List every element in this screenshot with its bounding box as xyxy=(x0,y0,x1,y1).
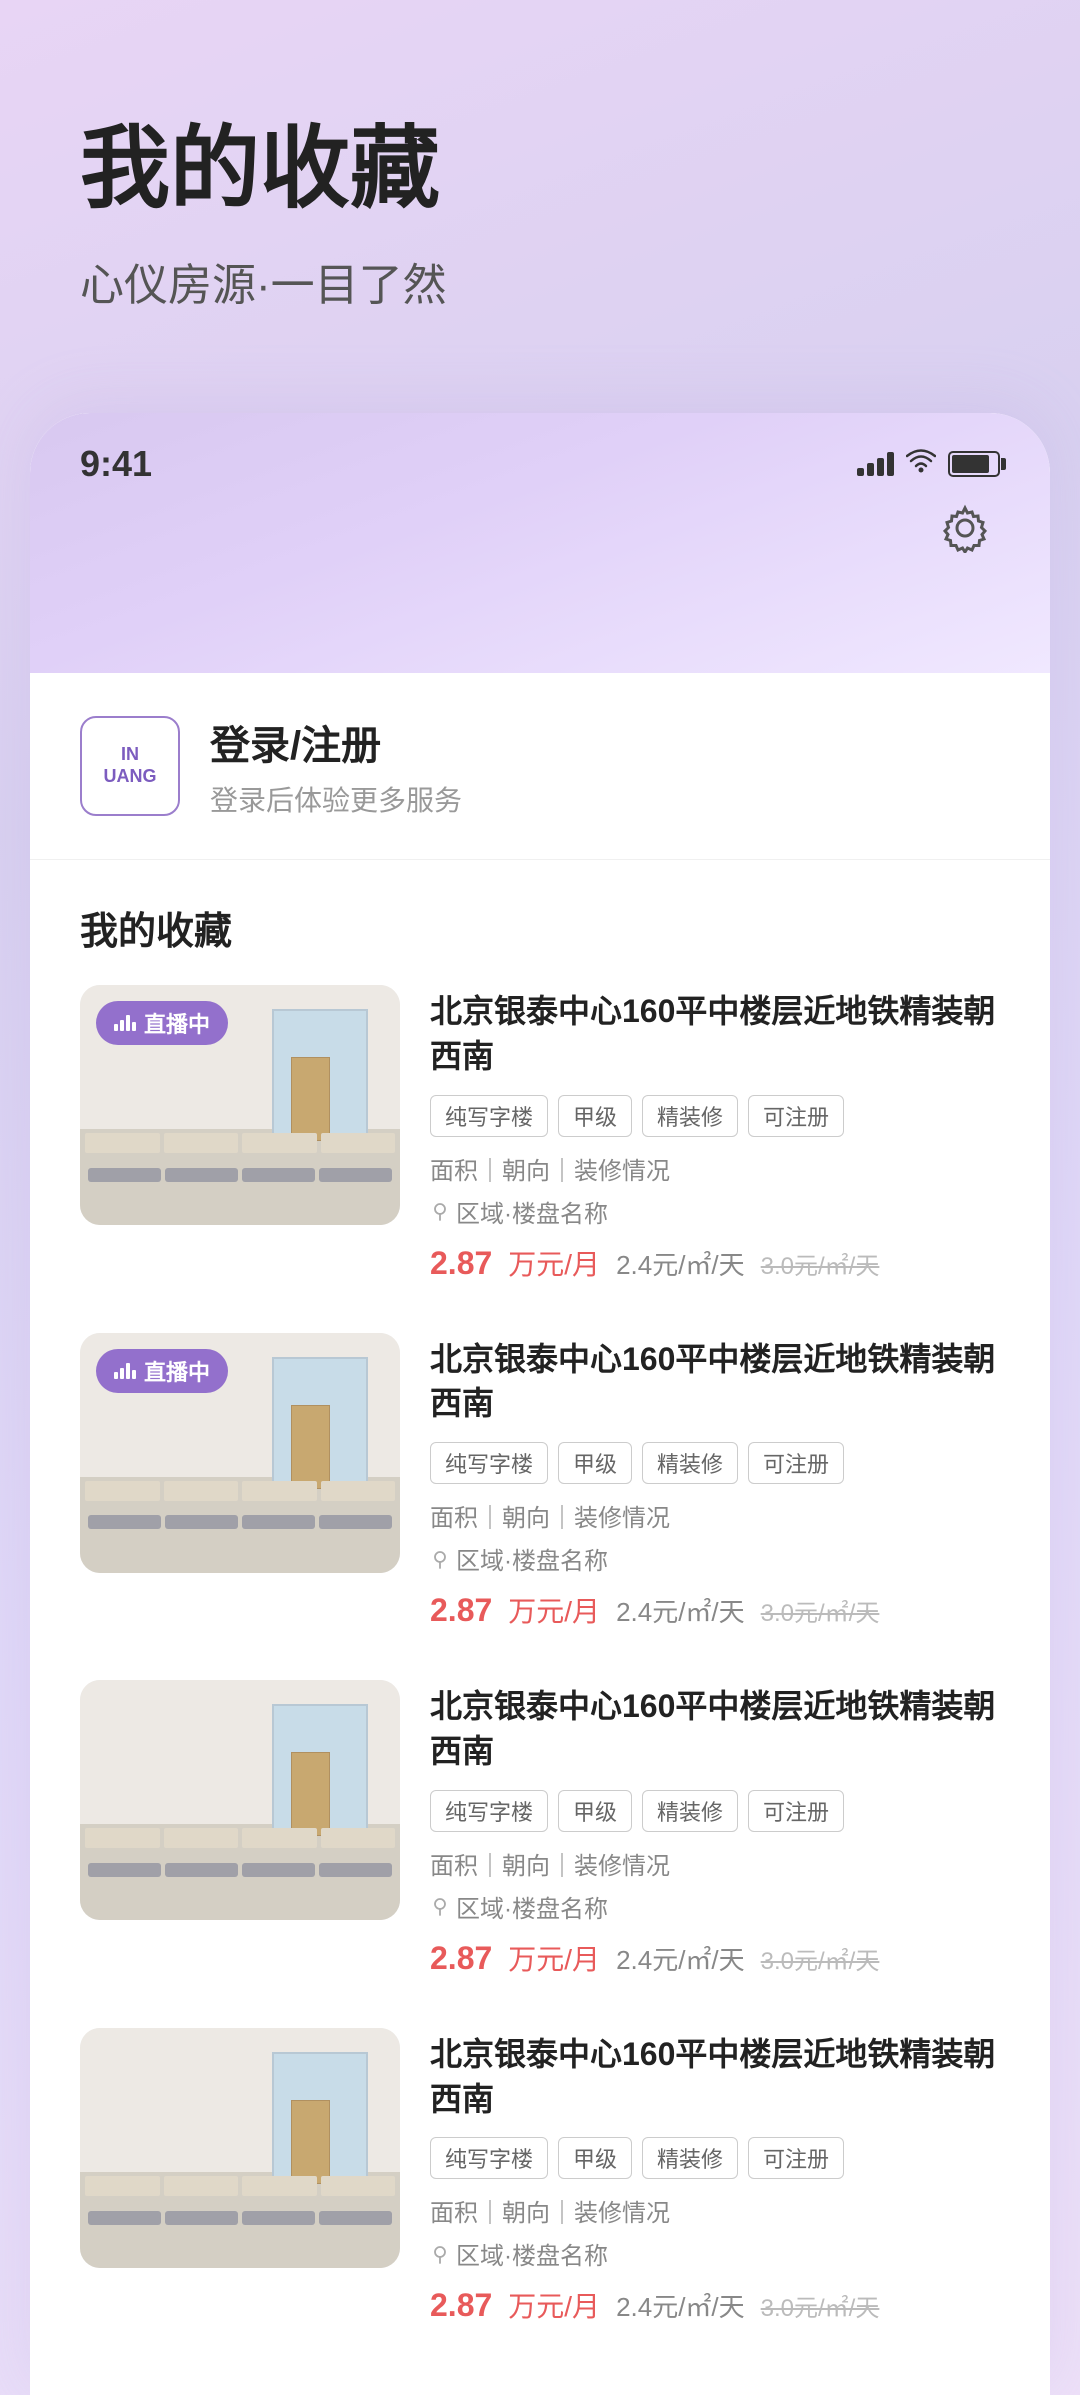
status-icons xyxy=(857,448,1000,481)
listing-title: 北京银泰中心160平中楼层近地铁精装朝西南 xyxy=(430,1337,1000,1427)
price-per-sqm: 2.4元/㎡/天 xyxy=(616,1592,745,1629)
profile-name: 登录/注册 xyxy=(210,713,1000,771)
battery-icon xyxy=(948,451,1000,477)
location-pin-icon xyxy=(430,1549,450,1569)
phone-frame: 9:41 xyxy=(30,413,1050,2395)
listing-image: 直播中 xyxy=(80,1333,400,1573)
listing-card[interactable]: 北京银泰中心160平中楼层近地铁精装朝西南 纯写字楼甲级精装修可注册 面积｜朝向… xyxy=(80,2028,1000,2326)
listing-card[interactable]: 直播中 北京银泰中心160平中楼层近地铁精装朝西南 纯写字楼甲级精装修可注册 面… xyxy=(80,985,1000,1283)
listing-tags: 纯写字楼甲级精装修可注册 xyxy=(430,1095,1000,1137)
listing-tag: 纯写字楼 xyxy=(430,1790,548,1832)
price-unit: 万元/月 xyxy=(508,2285,600,2325)
listing-price: 2.87 万元/月 2.4元/㎡/天 3.0元/㎡/天 xyxy=(430,2285,1000,2325)
listing-price: 2.87 万元/月 2.4元/㎡/天 3.0元/㎡/天 xyxy=(430,1938,1000,1978)
listing-tag: 可注册 xyxy=(748,1442,844,1484)
profile-section[interactable]: IN UANG 登录/注册 登录后体验更多服务 xyxy=(30,673,1050,860)
price-unit: 万元/月 xyxy=(508,1938,600,1978)
office-room-illustration xyxy=(80,2028,400,2268)
listings-container: 直播中 北京银泰中心160平中楼层近地铁精装朝西南 纯写字楼甲级精装修可注册 面… xyxy=(80,985,1000,2325)
price-per-sqm: 2.4元/㎡/天 xyxy=(616,1245,745,1282)
listing-tags: 纯写字楼甲级精装修可注册 xyxy=(430,2137,1000,2179)
listing-tag: 纯写字楼 xyxy=(430,1095,548,1137)
listing-tag: 可注册 xyxy=(748,1790,844,1832)
profile-desc: 登录后体验更多服务 xyxy=(210,779,1000,819)
listing-tag: 甲级 xyxy=(558,1095,632,1137)
listing-location: 区域·楼盘名称 xyxy=(430,1194,1000,1229)
listing-tag: 甲级 xyxy=(558,2137,632,2179)
listing-tag: 纯写字楼 xyxy=(430,1442,548,1484)
page-header: 我的收藏 心仪房源·一目了然 xyxy=(0,0,1080,373)
price-per-sqm: 2.4元/㎡/天 xyxy=(616,1940,745,1977)
listing-meta: 面积｜朝向｜装修情况 xyxy=(430,2193,1000,2228)
location-pin-icon xyxy=(430,2244,450,2264)
listing-title: 北京银泰中心160平中楼层近地铁精装朝西南 xyxy=(430,989,1000,1079)
price-original: 3.0元/㎡/天 xyxy=(761,2288,880,2323)
gear-icon xyxy=(940,503,990,553)
listing-info: 北京银泰中心160平中楼层近地铁精装朝西南 纯写字楼甲级精装修可注册 面积｜朝向… xyxy=(430,2028,1000,2326)
price-main: 2.87 xyxy=(430,2287,492,2324)
price-per-sqm: 2.4元/㎡/天 xyxy=(616,2287,745,2324)
listing-info: 北京银泰中心160平中楼层近地铁精装朝西南 纯写字楼甲级精装修可注册 面积｜朝向… xyxy=(430,1333,1000,1631)
listing-tags: 纯写字楼甲级精装修可注册 xyxy=(430,1790,1000,1832)
status-time: 9:41 xyxy=(80,443,152,485)
phone-top-area: 9:41 xyxy=(30,413,1050,673)
section-title: 我的收藏 xyxy=(80,900,1000,955)
listing-tag: 甲级 xyxy=(558,1790,632,1832)
page-title: 我的收藏 xyxy=(80,120,1000,219)
listing-tag: 甲级 xyxy=(558,1442,632,1484)
avatar-logo: IN UANG xyxy=(104,744,157,787)
listing-meta: 面积｜朝向｜装修情况 xyxy=(430,1498,1000,1533)
page-subtitle: 心仪房源·一目了然 xyxy=(80,249,1000,313)
listing-location: 区域·楼盘名称 xyxy=(430,1541,1000,1576)
profile-info: 登录/注册 登录后体验更多服务 xyxy=(210,713,1000,819)
status-bar: 9:41 xyxy=(30,413,1050,485)
price-unit: 万元/月 xyxy=(508,1590,600,1630)
listing-price: 2.87 万元/月 2.4元/㎡/天 3.0元/㎡/天 xyxy=(430,1243,1000,1283)
listing-card[interactable]: 北京银泰中心160平中楼层近地铁精装朝西南 纯写字楼甲级精装修可注册 面积｜朝向… xyxy=(80,1680,1000,1978)
listing-title: 北京银泰中心160平中楼层近地铁精装朝西南 xyxy=(430,2032,1000,2122)
price-original: 3.0元/㎡/天 xyxy=(761,1593,880,1628)
listing-tag: 可注册 xyxy=(748,2137,844,2179)
bar-chart-icon xyxy=(114,1363,136,1379)
settings-button[interactable] xyxy=(930,493,1000,563)
listing-image xyxy=(80,2028,400,2268)
listing-title: 北京银泰中心160平中楼层近地铁精装朝西南 xyxy=(430,1684,1000,1774)
price-original: 3.0元/㎡/天 xyxy=(761,1941,880,1976)
location-pin-icon xyxy=(430,1896,450,1916)
price-main: 2.87 xyxy=(430,1592,492,1629)
favorites-section: 我的收藏 xyxy=(30,860,1050,2395)
listing-image: 直播中 xyxy=(80,985,400,1225)
price-unit: 万元/月 xyxy=(508,1243,600,1283)
listing-image xyxy=(80,1680,400,1920)
listing-tag: 精装修 xyxy=(642,1095,738,1137)
listing-card[interactable]: 直播中 北京银泰中心160平中楼层近地铁精装朝西南 纯写字楼甲级精装修可注册 面… xyxy=(80,1333,1000,1631)
price-main: 2.87 xyxy=(430,1245,492,1282)
bar-chart-icon xyxy=(114,1015,136,1031)
listing-tag: 可注册 xyxy=(748,1095,844,1137)
listing-info: 北京银泰中心160平中楼层近地铁精装朝西南 纯写字楼甲级精装修可注册 面积｜朝向… xyxy=(430,985,1000,1283)
avatar: IN UANG xyxy=(80,716,180,816)
listing-tags: 纯写字楼甲级精装修可注册 xyxy=(430,1442,1000,1484)
live-badge: 直播中 xyxy=(96,1001,228,1045)
location-pin-icon xyxy=(430,1201,450,1221)
signal-icon xyxy=(857,452,894,476)
listing-meta: 面积｜朝向｜装修情况 xyxy=(430,1846,1000,1881)
listing-price: 2.87 万元/月 2.4元/㎡/天 3.0元/㎡/天 xyxy=(430,1590,1000,1630)
listing-tag: 精装修 xyxy=(642,1790,738,1832)
listing-tag: 精装修 xyxy=(642,1442,738,1484)
listing-location: 区域·楼盘名称 xyxy=(430,1889,1000,1924)
office-room-illustration xyxy=(80,1680,400,1920)
listing-location: 区域·楼盘名称 xyxy=(430,2236,1000,2271)
listing-tag: 纯写字楼 xyxy=(430,2137,548,2179)
price-original: 3.0元/㎡/天 xyxy=(761,1246,880,1281)
listing-info: 北京银泰中心160平中楼层近地铁精装朝西南 纯写字楼甲级精装修可注册 面积｜朝向… xyxy=(430,1680,1000,1978)
price-main: 2.87 xyxy=(430,1940,492,1977)
live-badge: 直播中 xyxy=(96,1349,228,1393)
listing-tag: 精装修 xyxy=(642,2137,738,2179)
wifi-icon xyxy=(906,448,936,481)
listing-meta: 面积｜朝向｜装修情况 xyxy=(430,1151,1000,1186)
